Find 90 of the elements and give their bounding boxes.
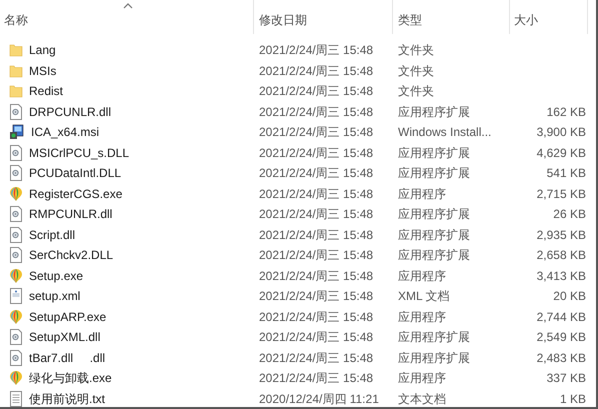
table-cell-text: 应用程序	[397, 308, 447, 326]
table-cell-text: 2021/2/24/周三 15:48	[258, 62, 374, 80]
table-cell-text: 应用程序扩展	[397, 206, 471, 224]
table-cell-text: 3,900 KB	[536, 124, 586, 142]
table-cell-text: 2020/12/24/周四 11:21	[258, 390, 380, 407]
column-header[interactable]: 大小	[514, 5, 538, 29]
file-name[interactable]: 使用前说明.txt	[29, 390, 106, 407]
table-cell-text: 文件夹	[397, 83, 435, 100]
column-header[interactable]: 修改日期	[259, 5, 307, 29]
installer-icon	[9, 124, 25, 140]
balloon-icon	[9, 186, 23, 202]
table-cell-text: 应用程序扩展	[397, 165, 471, 182]
table-cell-text: 2021/2/24/周三 15:48	[258, 329, 374, 346]
balloon-icon	[9, 308, 23, 325]
file-name[interactable]: SetupARP.exe	[29, 308, 106, 326]
table-cell-text: 541 KB	[546, 165, 586, 182]
table-cell-text: 文件夹	[397, 42, 435, 60]
table-cell-text: 2,715 KB	[536, 186, 586, 203]
table-cell-text: 2021/2/24/周三 15:48	[258, 124, 374, 142]
table-cell-text: 2021/2/24/周三 15:48	[258, 165, 374, 182]
file-name[interactable]: Redist	[29, 82, 64, 100]
gear-document-icon	[9, 144, 23, 161]
table-cell-text: 2021/2/24/周三 15:48	[258, 247, 374, 264]
balloon-icon	[9, 268, 23, 284]
table-cell-text: 2,744 KB	[536, 308, 586, 326]
table-cell-text: 应用程序扩展	[397, 329, 471, 346]
file-name[interactable]: Lang	[29, 41, 56, 60]
file-name[interactable]: MSIs	[29, 62, 56, 80]
gear-document-icon	[9, 350, 23, 366]
gear-document-icon	[9, 226, 23, 243]
table-cell-text: 3,413 KB	[536, 268, 586, 285]
table-cell-text: 应用程序	[397, 370, 447, 388]
file-name[interactable]: SerChckv2.DLL	[29, 246, 114, 264]
gear-document-icon	[9, 206, 23, 222]
folder-icon	[9, 43, 23, 58]
table-cell-text: 2021/2/24/周三 15:48	[258, 308, 374, 326]
file-name[interactable]: SetupXML.dll	[29, 328, 100, 346]
table-cell-text: 2,549 KB	[536, 329, 586, 346]
xml-document-icon	[9, 288, 23, 304]
table-cell-text: 26 KB	[553, 206, 586, 224]
table-cell-text: 应用程序	[397, 268, 447, 285]
folder-icon	[9, 64, 23, 78]
column-header[interactable]: 名称	[4, 5, 28, 29]
balloon-icon	[9, 370, 23, 386]
table-cell-text: 应用程序	[397, 186, 447, 203]
table-cell-text: 1 KB	[560, 390, 586, 407]
table-cell-text: 2021/2/24/周三 15:48	[258, 288, 374, 306]
table-cell-text: 2,935 KB	[536, 226, 586, 244]
table-cell-text: 2021/2/24/周三 15:48	[258, 144, 374, 162]
table-cell-text: 应用程序扩展	[397, 247, 471, 264]
gear-document-icon	[9, 329, 23, 346]
table-cell-text: 2021/2/24/周三 15:48	[258, 206, 374, 224]
table-cell-text: Windows Install...	[397, 124, 492, 142]
table-cell-text: 应用程序扩展	[397, 226, 471, 244]
table-cell-text: 2021/2/24/周三 15:48	[258, 350, 374, 367]
table-cell-text: 20 KB	[553, 288, 586, 306]
table-cell-text: 2021/2/24/周三 15:48	[258, 104, 374, 121]
file-name[interactable]: setup.xml	[29, 287, 80, 306]
table-cell-text: 文件夹	[397, 62, 435, 80]
table-cell-text: 2021/2/24/周三 15:48	[258, 186, 374, 203]
table-cell-text: XML 文档	[397, 288, 451, 306]
table-cell-text: 162 KB	[546, 104, 586, 121]
table-cell-text: 文本文档	[397, 390, 447, 407]
file-name[interactable]: RegisterCGS.exe	[29, 184, 122, 203]
table-cell-text: 337 KB	[546, 370, 586, 388]
file-name[interactable]: MSICrlPCU_s.DLL	[29, 144, 130, 162]
folder-icon	[9, 84, 23, 98]
table-cell-text: 2021/2/24/周三 15:48	[258, 83, 374, 100]
file-name[interactable]: Script.dll	[29, 226, 76, 244]
table-cell-text: 4,629 KB	[536, 144, 586, 162]
table-cell-text: 应用程序扩展	[397, 350, 471, 367]
gear-document-icon	[9, 104, 23, 120]
file-name[interactable]: PCUDataIntl.DLL	[29, 164, 122, 182]
column-header[interactable]: 类型	[398, 5, 422, 29]
table-cell-text: 2021/2/24/周三 15:48	[258, 268, 374, 285]
file-name[interactable]: 绿化与卸载.exe	[29, 369, 112, 388]
table-cell-text: 2021/2/24/周三 15:48	[258, 370, 374, 388]
table-cell-text: 2,658 KB	[536, 247, 586, 264]
file-name[interactable]: DRPCUNLR.dll	[29, 102, 112, 121]
table-cell-text: 2,483 KB	[536, 350, 586, 367]
gear-document-icon	[9, 247, 23, 264]
table-cell-text: 2021/2/24/周三 15:48	[258, 42, 374, 60]
table-cell-text: 应用程序扩展	[397, 104, 471, 121]
file-name[interactable]: RMPCUNLR.dll	[29, 205, 112, 224]
file-name[interactable]: Setup.exe	[29, 266, 84, 285]
table-cell-text: 应用程序扩展	[397, 144, 471, 162]
file-name[interactable]: tBar7.dll .dll	[29, 348, 106, 367]
file-name[interactable]: ICA_x64.msi	[31, 123, 100, 142]
gear-document-icon	[9, 165, 23, 182]
table-cell-text: 2021/2/24/周三 15:48	[258, 226, 374, 244]
